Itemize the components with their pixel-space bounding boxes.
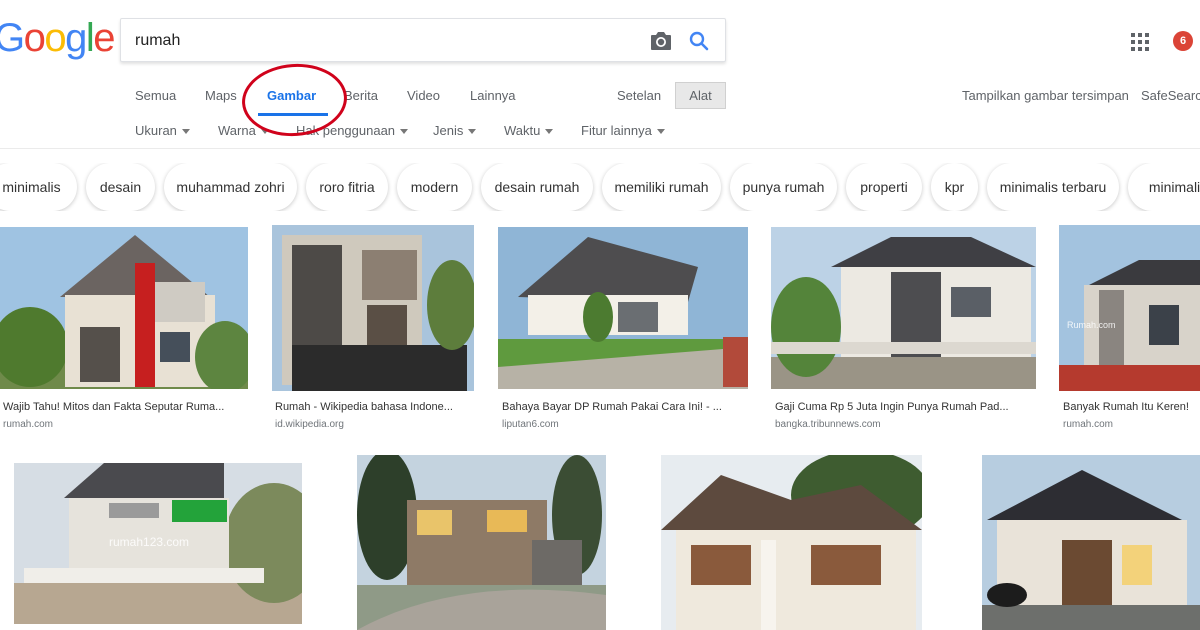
result-image[interactable] <box>982 455 1200 630</box>
filter-type-label: Jenis <box>433 123 464 138</box>
caret-down-icon <box>656 129 665 135</box>
result-caption[interactable]: Banyak Rumah Itu Keren! <box>1063 401 1200 413</box>
result-image[interactable] <box>272 225 474 391</box>
chip-minimalis[interactable]: minimalis <box>0 163 77 211</box>
filter-size-label: Ukuran <box>135 123 177 138</box>
chip-desain[interactable]: desain <box>86 163 155 211</box>
chip-minimalis-2[interactable]: minimalis <box>1128 163 1200 211</box>
tab-more[interactable]: Lainnya <box>470 88 516 103</box>
result-source[interactable]: rumah.com <box>3 419 53 430</box>
logo-letter: g <box>65 16 87 60</box>
result-source[interactable]: rumah.com <box>1063 419 1113 430</box>
watermark: rumah123.com <box>109 535 190 549</box>
search-box <box>120 18 726 62</box>
settings-link[interactable]: Setelan <box>617 88 661 103</box>
camera-icon[interactable] <box>649 30 673 52</box>
result-caption[interactable]: Bahaya Bayar DP Rumah Pakai Cara Ini! - … <box>502 401 747 413</box>
result-caption[interactable]: Wajib Tahu! Mitos dan Fakta Seputar Ruma… <box>3 401 248 413</box>
logo-letter: l <box>85 16 95 60</box>
google-logo[interactable]: Google <box>0 16 115 61</box>
header-divider <box>0 148 1200 149</box>
result-image[interactable] <box>771 227 1036 389</box>
caret-down-icon <box>181 129 190 135</box>
search-icon[interactable] <box>687 29 711 53</box>
result-image[interactable] <box>357 455 606 630</box>
filter-time[interactable]: Waktu <box>504 123 554 138</box>
chip-memiliki-rumah[interactable]: memiliki rumah <box>602 163 721 211</box>
related-searches-bar: minimalis desain muhammad zohri roro fit… <box>0 163 1200 211</box>
result-image[interactable] <box>661 455 922 630</box>
result-source[interactable]: bangka.tribunnews.com <box>775 419 881 430</box>
chip-desain-rumah[interactable]: desain rumah <box>481 163 593 211</box>
chip-minimalis-terbaru[interactable]: minimalis terbaru <box>987 163 1119 211</box>
tab-all[interactable]: Semua <box>135 88 176 103</box>
result-image[interactable]: rumah123.com <box>14 463 302 624</box>
filter-more-tools[interactable]: Fitur lainnya <box>581 123 665 138</box>
filter-time-label: Waktu <box>504 123 541 138</box>
chip-muhammad-zohri[interactable]: muhammad zohri <box>164 163 297 211</box>
chip-kpr[interactable]: kpr <box>931 163 978 211</box>
chip-punya-rumah[interactable]: punya rumah <box>730 163 837 211</box>
result-image[interactable]: Rumah.com <box>1059 225 1200 391</box>
tools-button[interactable]: Alat <box>675 82 726 109</box>
filter-more-label: Fitur lainnya <box>581 123 652 138</box>
notification-badge[interactable]: 6 <box>1173 31 1193 51</box>
caret-down-icon <box>400 129 409 135</box>
safesearch-link[interactable]: SafeSearch <box>1141 88 1200 103</box>
logo-letter: o <box>23 16 46 60</box>
tab-videos[interactable]: Video <box>407 88 440 103</box>
chip-roro-fitria[interactable]: roro fitria <box>306 163 388 211</box>
search-input[interactable] <box>135 29 615 53</box>
logo-letter: G <box>0 16 25 60</box>
chip-modern[interactable]: modern <box>397 163 472 211</box>
apps-grid-icon[interactable] <box>1131 33 1149 51</box>
logo-letter: o <box>44 16 66 60</box>
filter-color-label: Warna <box>218 123 256 138</box>
filter-size[interactable]: Ukuran <box>135 123 190 138</box>
result-source[interactable]: liputan6.com <box>502 419 559 430</box>
result-caption[interactable]: Rumah - Wikipedia bahasa Indone... <box>275 401 475 413</box>
saved-images-link[interactable]: Tampilkan gambar tersimpan <box>962 88 1129 103</box>
logo-letter: e <box>93 16 115 60</box>
tab-news[interactable]: Berita <box>344 88 378 103</box>
tab-maps[interactable]: Maps <box>205 88 237 103</box>
filter-type[interactable]: Jenis <box>433 123 477 138</box>
result-caption[interactable]: Gaji Cuma Rp 5 Juta Ingin Punya Rumah Pa… <box>775 401 1033 413</box>
caret-down-icon <box>545 129 554 135</box>
watermark: Rumah.com <box>1067 320 1116 330</box>
caret-down-icon <box>468 129 477 135</box>
result-source[interactable]: id.wikipedia.org <box>275 419 344 430</box>
result-image[interactable] <box>498 227 748 389</box>
chip-properti[interactable]: properti <box>846 163 922 211</box>
result-image[interactable] <box>0 227 248 389</box>
